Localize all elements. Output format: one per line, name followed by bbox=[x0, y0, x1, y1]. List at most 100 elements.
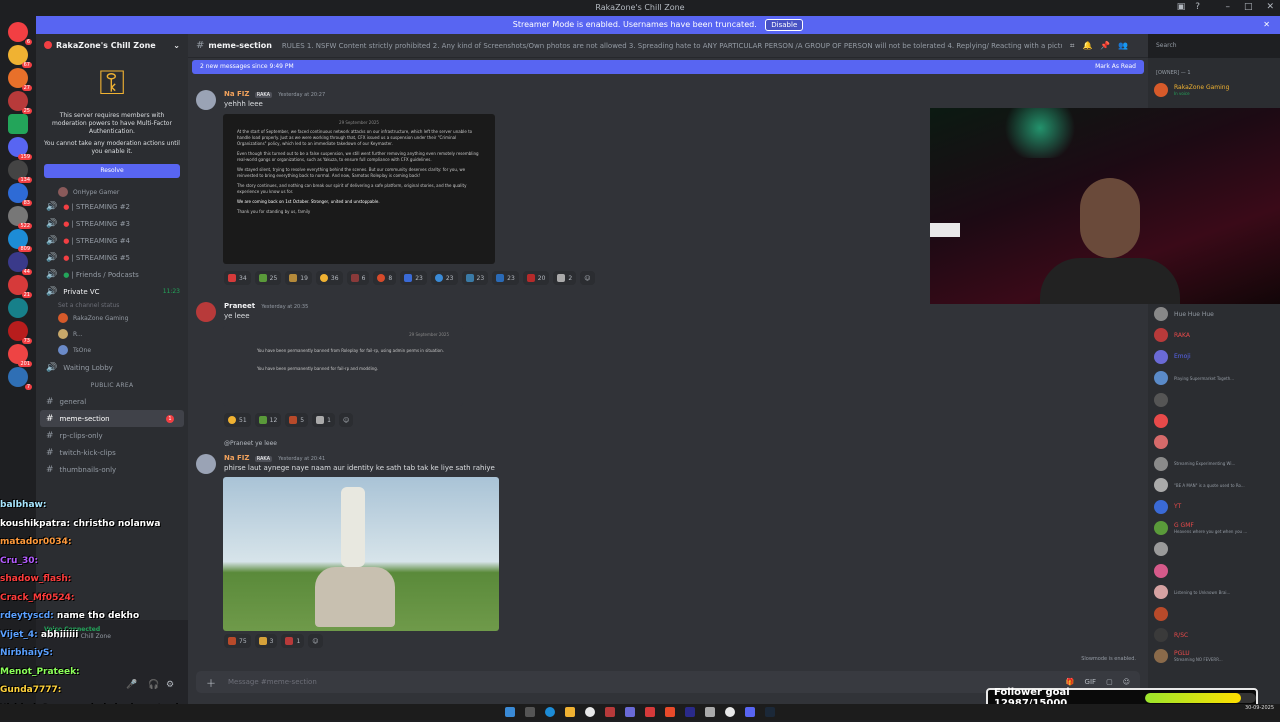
member-item[interactable] bbox=[1154, 561, 1174, 581]
inbox-icon[interactable]: ▣ bbox=[1177, 2, 1186, 12]
member-item[interactable]: Playing Supermarket Togeth... bbox=[1154, 368, 1234, 388]
members-icon[interactable]: 👥 bbox=[1118, 41, 1128, 51]
sticker-icon[interactable]: ▢ bbox=[1106, 678, 1113, 686]
reply-preview[interactable]: @Praneet ye leee bbox=[224, 440, 277, 447]
message-author[interactable]: Na FIZ bbox=[224, 454, 249, 462]
add-reaction-button[interactable]: ☺ bbox=[580, 271, 594, 285]
reaction[interactable]: 20 bbox=[523, 271, 550, 285]
close-window-button[interactable]: ✕ bbox=[1266, 2, 1274, 12]
emoji-icon[interactable]: ☺ bbox=[1123, 678, 1130, 686]
gear-icon[interactable]: ⚙ bbox=[166, 680, 174, 690]
message-image[interactable] bbox=[223, 477, 499, 631]
voice-connected-label[interactable]: Voice Connected bbox=[44, 626, 180, 633]
server-icon[interactable]: 83 bbox=[8, 183, 28, 203]
channel-streaming-2[interactable]: 🔊●| STREAMING #2 bbox=[36, 198, 188, 215]
message-input[interactable]: Message #meme-section bbox=[228, 678, 317, 686]
help-icon[interactable]: ? bbox=[1195, 2, 1200, 12]
server-icon[interactable]: 201 bbox=[8, 344, 28, 364]
server-icon[interactable]: 522 bbox=[8, 206, 28, 226]
server-icon[interactable] bbox=[8, 114, 28, 134]
member-item[interactable] bbox=[1154, 411, 1174, 431]
member-item[interactable] bbox=[1154, 432, 1174, 452]
avatar[interactable] bbox=[196, 454, 216, 474]
gif-icon[interactable]: GIF bbox=[1085, 678, 1097, 686]
server-icon[interactable]: 134 bbox=[8, 160, 28, 180]
server-icon[interactable]: 67 bbox=[8, 45, 28, 65]
avatar[interactable] bbox=[196, 302, 216, 322]
voice-user[interactable]: OnHype Gamer bbox=[36, 186, 188, 198]
voice-user[interactable]: TsOne bbox=[36, 342, 188, 358]
reaction[interactable]: 51 bbox=[224, 413, 251, 427]
member-item[interactable]: Streaming Experimenting Wi... bbox=[1154, 454, 1235, 474]
member-item[interactable]: "BE A MAN" is a quote used to Ro... bbox=[1154, 475, 1245, 495]
message-author[interactable]: Praneet bbox=[224, 302, 255, 310]
channel-thumbnails-only[interactable]: #thumbnails-only bbox=[36, 461, 188, 478]
new-messages-bar[interactable]: 2 new messages since 9:49 PM Mark As Rea… bbox=[192, 60, 1144, 74]
member-item[interactable]: Hue Hue Hue bbox=[1154, 304, 1214, 324]
close-icon[interactable]: ✕ bbox=[1263, 16, 1270, 34]
voice-user[interactable]: RakaZone Gaming bbox=[36, 310, 188, 326]
chrome-icon[interactable] bbox=[585, 707, 595, 717]
threads-icon[interactable]: ⌗ bbox=[1070, 41, 1075, 51]
reaction[interactable]: 12 bbox=[255, 413, 282, 427]
server-icon[interactable]: 809 bbox=[8, 229, 28, 249]
mute-icon[interactable]: 🎤 bbox=[126, 680, 137, 690]
app-icon[interactable] bbox=[625, 707, 635, 717]
server-icon[interactable]: 21 bbox=[8, 275, 28, 295]
resolve-button[interactable]: Resolve bbox=[44, 164, 180, 178]
app-icon[interactable] bbox=[605, 707, 615, 717]
maximize-button[interactable]: □ bbox=[1244, 2, 1253, 12]
reaction[interactable]: 6 bbox=[347, 271, 370, 285]
bell-icon[interactable]: 🔔 bbox=[1082, 41, 1092, 51]
server-icon[interactable]: 6 bbox=[8, 22, 28, 42]
reaction[interactable]: 75 bbox=[224, 634, 251, 648]
channel-streaming-3[interactable]: 🔊●| STREAMING #3 bbox=[36, 215, 188, 232]
channel-general[interactable]: #general bbox=[36, 393, 188, 410]
reaction[interactable]: 1 bbox=[281, 634, 304, 648]
member-item[interactable]: R/SC bbox=[1154, 625, 1188, 645]
server-icon[interactable]: 27 bbox=[8, 68, 28, 88]
discord-icon[interactable] bbox=[745, 707, 755, 717]
member-item[interactable] bbox=[1154, 539, 1174, 559]
member-item[interactable]: G GMFHeavens where you get when you ... bbox=[1154, 518, 1247, 538]
channel-twitch-kick-clips[interactable]: #twitch-kick-clips bbox=[36, 444, 188, 461]
app-icon[interactable] bbox=[685, 707, 695, 717]
message-author[interactable]: Na FIZ bbox=[224, 90, 249, 98]
guild-header[interactable]: RakaZone's Chill Zone ⌄ bbox=[36, 34, 188, 58]
message-image[interactable]: 29 September 2025 At the start of Septem… bbox=[223, 114, 495, 264]
plus-icon[interactable]: ＋ bbox=[206, 675, 216, 690]
server-icon[interactable]: 159 bbox=[8, 137, 28, 157]
minimize-button[interactable]: – bbox=[1225, 2, 1230, 12]
member-item[interactable]: Emoji bbox=[1154, 347, 1191, 367]
taskbar-clock[interactable]: 30-09-2025 bbox=[1245, 705, 1274, 712]
app-icon[interactable] bbox=[705, 707, 715, 717]
channel-waiting-lobby[interactable]: 🔊Waiting Lobby bbox=[36, 358, 188, 378]
channel-status[interactable]: Set a channel status bbox=[36, 300, 188, 310]
server-icon[interactable]: 25 bbox=[8, 91, 28, 111]
member-item[interactable] bbox=[1154, 604, 1174, 624]
search-input[interactable]: Search bbox=[1152, 40, 1276, 53]
server-icon[interactable]: 7 bbox=[8, 367, 28, 387]
reaction[interactable]: 36 bbox=[316, 271, 343, 285]
member-item[interactable]: YT bbox=[1154, 497, 1181, 517]
steam-icon[interactable] bbox=[765, 707, 775, 717]
reaction[interactable]: 19 bbox=[285, 271, 312, 285]
reaction[interactable]: 23 bbox=[431, 271, 458, 285]
member-item[interactable]: RakaZone GamingIn voice bbox=[1154, 80, 1229, 100]
channel-friends-podcasts[interactable]: 🔊●| Friends / Podcasts bbox=[36, 266, 188, 283]
member-item[interactable]: Listening to Unknown Brai... bbox=[1154, 582, 1230, 602]
edge-icon[interactable] bbox=[545, 707, 555, 717]
reaction[interactable]: 23 bbox=[492, 271, 519, 285]
channel-streaming-4[interactable]: 🔊●| STREAMING #4 bbox=[36, 232, 188, 249]
reaction[interactable]: 1 bbox=[312, 413, 335, 427]
server-icon[interactable]: 73 bbox=[8, 321, 28, 341]
channel-streaming-5[interactable]: 🔊●| STREAMING #5 bbox=[36, 249, 188, 266]
disable-streamer-button[interactable]: Disable bbox=[765, 19, 803, 31]
server-icon[interactable] bbox=[8, 298, 28, 318]
reaction[interactable]: 3 bbox=[255, 634, 278, 648]
deafen-icon[interactable]: 🎧 bbox=[148, 680, 159, 690]
pin-icon[interactable]: 📌 bbox=[1100, 41, 1110, 51]
add-reaction-button[interactable]: ☺ bbox=[308, 634, 322, 648]
reaction[interactable]: 23 bbox=[400, 271, 427, 285]
channel-rp-clips-only[interactable]: #rp-clips-only bbox=[36, 427, 188, 444]
